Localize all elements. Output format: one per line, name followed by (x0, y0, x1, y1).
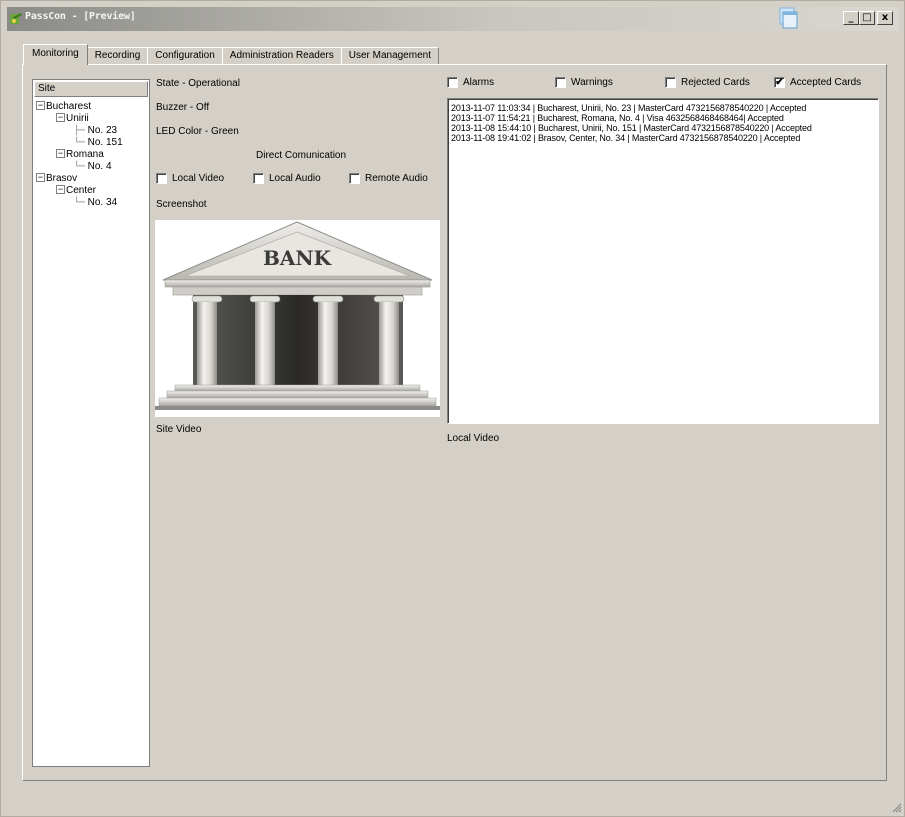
tab-recording[interactable]: Recording (86, 47, 149, 65)
tree-node-no-151[interactable]: └─ No. 151 (74, 137, 123, 149)
minimize-icon: _ (848, 12, 854, 23)
tree-branch-line: └─ (74, 138, 85, 148)
close-icon: x (881, 12, 889, 23)
collapse-icon[interactable]: − (36, 172, 45, 182)
bank-sign-text: BANK (263, 246, 332, 270)
tree-node-romana[interactable]: − Romana (56, 148, 104, 160)
collapse-icon[interactable]: − (56, 148, 65, 158)
tab-strip: Monitoring Recording Configuration Admin… (23, 44, 439, 65)
checkbox-box[interactable] (665, 77, 676, 88)
maximize-button[interactable]: □ (859, 11, 875, 25)
close-button[interactable]: x (877, 11, 893, 25)
local-video-checkbox[interactable]: Local Video (156, 173, 224, 184)
warnings-checkbox[interactable]: Warnings (555, 77, 613, 88)
tab-monitoring[interactable]: Monitoring (23, 44, 88, 65)
checkbox-box[interactable] (349, 173, 360, 184)
tree-branch-line: └─ (74, 198, 85, 208)
tab-configuration[interactable]: Configuration (147, 47, 223, 65)
buzzer-label: Buzzer - Off (156, 102, 210, 113)
tree-branch-line: └─ (74, 162, 85, 172)
local-audio-checkbox[interactable]: Local Audio (253, 173, 321, 184)
local-video-label: Local Video (447, 433, 500, 444)
site-tree[interactable]: Site − Bucharest − Unirii ├─ No. 23 └─ No.… (32, 79, 150, 767)
tab-user-management[interactable]: User Management (340, 47, 439, 65)
tree-node-bucharest[interactable]: − Bucharest (36, 100, 91, 112)
event-log-list[interactable]: 2013-11-07 11:03:34 | Bucharest, Unirii,… (447, 98, 879, 424)
screenshot-view: BANK (155, 220, 440, 417)
app-logo-icon (10, 13, 22, 24)
tree-node-no-23[interactable]: ├─ No. 23 (74, 125, 117, 137)
tree-node-no-34[interactable]: └─ No. 34 (74, 197, 117, 209)
log-entry[interactable]: 2013-11-08 19:41:02 | Brasov, Center, No… (451, 133, 875, 143)
rejected-cards-checkbox[interactable]: Rejected Cards (665, 77, 750, 88)
state-label: State - Operational (156, 78, 240, 89)
checkbox-box[interactable] (555, 77, 566, 88)
window-title: PassCon - [Preview] (25, 11, 136, 22)
collapse-icon[interactable]: − (36, 100, 45, 110)
tree-node-center[interactable]: − Center (56, 184, 96, 196)
tree-node-unirii[interactable]: − Unirii (56, 112, 89, 124)
checkbox-box[interactable] (156, 173, 167, 184)
bank-building-icon: BANK (155, 221, 440, 410)
screenshot-label: Screenshot (156, 199, 207, 210)
title-bar[interactable]: PassCon - [Preview] _ □ x (7, 7, 898, 31)
status-bar (1, 789, 905, 817)
direct-communication-label: Direct Comunication (256, 150, 347, 161)
site-tree-header[interactable]: Site (34, 81, 148, 97)
log-entry[interactable]: 2013-11-07 11:03:34 | Bucharest, Unirii,… (451, 103, 875, 113)
collapse-icon[interactable]: − (56, 112, 65, 122)
alarms-checkbox[interactable]: Alarms (447, 77, 494, 88)
minimize-button[interactable]: _ (843, 11, 859, 25)
remote-audio-checkbox[interactable]: Remote Audio (349, 173, 428, 184)
tree-node-brasov[interactable]: − Brasov (36, 172, 77, 184)
tab-administration-readers[interactable]: Administration Readers (221, 47, 342, 65)
maximize-icon: □ (862, 12, 872, 23)
log-entry[interactable]: 2013-11-08 15:44:10 | Bucharest, Unirii,… (451, 123, 875, 133)
resize-grip-icon[interactable] (892, 803, 902, 813)
log-entry[interactable]: 2013-11-07 11:54:21 | Bucharest, Romana,… (451, 113, 875, 123)
tree-branch-line: ├─ (74, 126, 85, 136)
copy-windows-icon[interactable] (778, 7, 798, 29)
checkmark-icon[interactable]: ✔ (774, 77, 785, 88)
tree-node-no-4[interactable]: └─ No. 4 (74, 161, 112, 173)
accepted-cards-checkbox[interactable]: ✔ Accepted Cards (774, 77, 861, 88)
collapse-icon[interactable]: − (56, 184, 65, 194)
checkbox-box[interactable] (447, 77, 458, 88)
app-window: PassCon - [Preview] _ □ x Monitoring Rec… (0, 0, 905, 817)
site-video-label: Site Video (156, 424, 202, 435)
led-color-label: LED Color - Green (156, 126, 239, 137)
checkbox-box[interactable] (253, 173, 264, 184)
